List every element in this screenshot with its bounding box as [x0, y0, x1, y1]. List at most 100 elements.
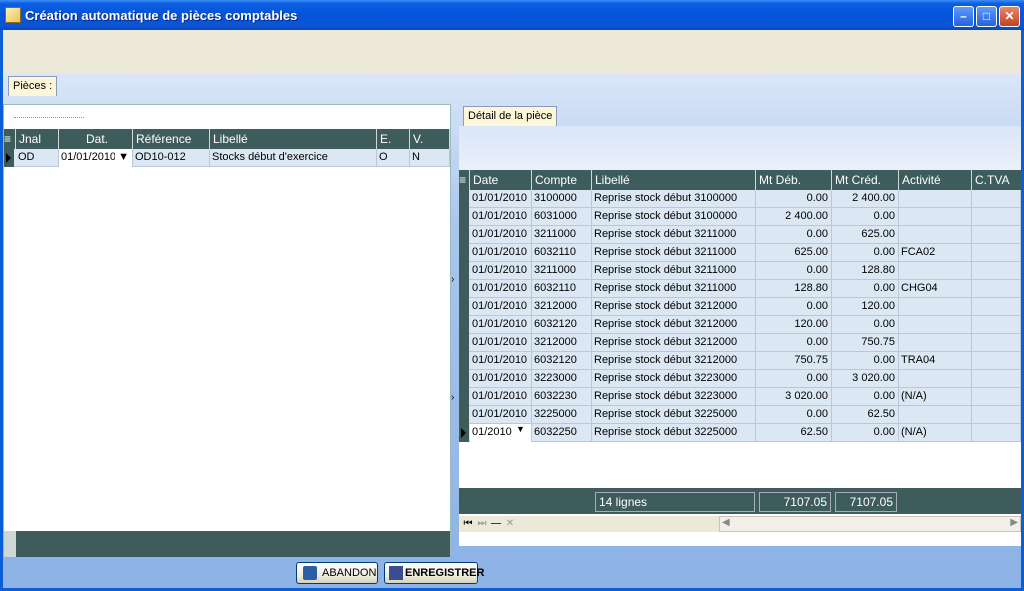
cell-act[interactable]: (N/A): [899, 388, 972, 406]
cell-cred[interactable]: 128.80: [832, 262, 899, 280]
cell-act[interactable]: CHG04: [899, 280, 972, 298]
cell-compte[interactable]: 6032230: [532, 388, 592, 406]
row-selector[interactable]: [459, 226, 469, 244]
cell-ctva[interactable]: [972, 244, 1021, 262]
cell-libelle[interactable]: Reprise stock début 3211000: [592, 244, 756, 262]
row-selector[interactable]: [459, 190, 469, 208]
cell-compte[interactable]: 3100000: [532, 190, 592, 208]
cell-ctva[interactable]: [972, 298, 1021, 316]
cell-cred[interactable]: 3 020.00: [832, 370, 899, 388]
table-row[interactable]: 01/01/2010 3223000 Reprise stock début 322…: [459, 370, 1021, 388]
cell-libelle[interactable]: Reprise stock début 3211000: [592, 280, 756, 298]
cell-libelle[interactable]: Reprise stock début 3211000: [592, 226, 756, 244]
minimize-button[interactable]: –: [953, 6, 974, 27]
chevron-right-icon[interactable]: ›: [451, 274, 454, 285]
tab-detail[interactable]: Détail de la pièce: [463, 106, 558, 126]
cell-cred[interactable]: 625.00: [832, 226, 899, 244]
cell-cred[interactable]: 0.00: [832, 424, 899, 442]
cell-date[interactable]: 01/01/2010: [470, 334, 532, 352]
cell-libelle[interactable]: Reprise stock début 3212000: [592, 298, 756, 316]
col-date[interactable]: Date: [470, 170, 532, 190]
row-selector[interactable]: [459, 406, 469, 424]
save-button[interactable]: ENREGISTRER: [384, 562, 484, 584]
cell-deb[interactable]: 62.50: [756, 424, 832, 442]
cell-cred[interactable]: 120.00: [832, 298, 899, 316]
table-row[interactable]: 01/01/2010 3212000 Reprise stock début 321…: [459, 298, 1021, 316]
cell-compte[interactable]: 3212000: [532, 334, 592, 352]
cell-ctva[interactable]: [972, 388, 1021, 406]
cell-date[interactable]: 01/01/2010 ▼: [59, 149, 133, 167]
cell-date[interactable]: 01/01/2010: [470, 352, 532, 370]
first-record-icon[interactable]: ⏮: [461, 517, 475, 531]
cell-libelle[interactable]: Reprise stock début 3225000: [592, 424, 756, 442]
cell-compte[interactable]: 6032110: [532, 244, 592, 262]
table-row[interactable]: 01/01/2010 3211000 Reprise stock début 321…: [459, 226, 1021, 244]
row-selector[interactable]: [459, 352, 469, 370]
table-row[interactable]: 01/01/2010 3225000 Reprise stock début 322…: [459, 406, 1021, 424]
cell-cred[interactable]: 0.00: [832, 208, 899, 226]
row-selector[interactable]: [459, 388, 469, 406]
cell-deb[interactable]: 3 020.00: [756, 388, 832, 406]
cell-act[interactable]: [899, 334, 972, 352]
cell-act[interactable]: (N/A): [899, 424, 972, 442]
cell-compte[interactable]: 6031000: [532, 208, 592, 226]
col-mt-deb[interactable]: Mt Déb.: [756, 170, 832, 190]
cell-compte[interactable]: 3211000: [532, 226, 592, 244]
cell-deb[interactable]: 625.00: [756, 244, 832, 262]
cell-act[interactable]: [899, 190, 972, 208]
table-row[interactable]: 01/01/2010 6032110 Reprise stock début 321…: [459, 244, 1021, 262]
cell-cred[interactable]: 0.00: [832, 352, 899, 370]
table-row[interactable]: 01/01/2010 6031000 Reprise stock début 310…: [459, 208, 1021, 226]
cell-cred[interactable]: 750.75: [832, 334, 899, 352]
cell-date[interactable]: 01/01/2010: [470, 190, 532, 208]
panel-splitter[interactable]: › ›: [451, 274, 457, 414]
cell-date[interactable]: 01/01/2010: [470, 370, 532, 388]
row-selector[interactable]: [459, 334, 469, 352]
table-row[interactable]: 01/01/2010 6032110 Reprise stock début 321…: [459, 280, 1021, 298]
cell-ctva[interactable]: [972, 424, 1021, 442]
cell-libelle[interactable]: Reprise stock début 3212000: [592, 316, 756, 334]
cell-libelle[interactable]: Reprise stock début 3211000: [592, 262, 756, 280]
table-row[interactable]: 01/01/2010 3212000 Reprise stock début 321…: [459, 334, 1021, 352]
col-date[interactable]: Dat.: [59, 129, 133, 149]
cell-ctva[interactable]: [972, 208, 1021, 226]
cell-ctva[interactable]: [972, 406, 1021, 424]
col-e[interactable]: E.: [377, 129, 410, 149]
cell-act[interactable]: [899, 316, 972, 334]
cell-date[interactable]: 01/01/2010: [470, 388, 532, 406]
cell-libelle[interactable]: Stocks début d'exercice: [210, 149, 377, 167]
cell-act[interactable]: FCA02: [899, 244, 972, 262]
cell-date[interactable]: 01/01/2010: [470, 226, 532, 244]
cell-libelle[interactable]: Reprise stock début 3212000: [592, 334, 756, 352]
row-selector[interactable]: [459, 244, 469, 262]
cell-ctva[interactable]: [972, 262, 1021, 280]
cell-date[interactable]: 01/01/2010: [470, 244, 532, 262]
table-row[interactable]: 01/01/2010 3211000 Reprise stock début 321…: [459, 262, 1021, 280]
table-row[interactable]: 01/01/2010 6032120 Reprise stock début 321…: [459, 352, 1021, 370]
table-row[interactable]: OD 01/01/2010 ▼ OD10-012 Stocks début d'e…: [4, 149, 450, 167]
cell-date[interactable]: 01/01/2010: [470, 208, 532, 226]
col-mt-cred[interactable]: Mt Créd.: [832, 170, 899, 190]
title-bar[interactable]: Création automatique de pièces comptable…: [0, 0, 1024, 30]
cell-ctva[interactable]: [972, 370, 1021, 388]
cell-date[interactable]: 01/01/2010: [470, 298, 532, 316]
cell-compte[interactable]: 6032120: [532, 352, 592, 370]
chevron-right-icon[interactable]: ›: [451, 392, 454, 403]
horizontal-scrollbar[interactable]: ◀ ▶: [719, 516, 1021, 532]
cell-deb[interactable]: 0.00: [756, 370, 832, 388]
cell-date[interactable]: 01/01/2010: [470, 316, 532, 334]
cell-libelle[interactable]: Reprise stock début 3212000: [592, 352, 756, 370]
cell-libelle[interactable]: Reprise stock début 3225000: [592, 406, 756, 424]
cell-deb[interactable]: 120.00: [756, 316, 832, 334]
row-selector[interactable]: [459, 424, 469, 442]
scroll-right-icon[interactable]: ▶: [1010, 517, 1018, 528]
cell-cred[interactable]: 62.50: [832, 406, 899, 424]
cell-act[interactable]: TRA04: [899, 352, 972, 370]
cell-deb[interactable]: 0.00: [756, 298, 832, 316]
col-v[interactable]: V.: [410, 129, 450, 149]
cell-compte[interactable]: 6032110: [532, 280, 592, 298]
row-selector[interactable]: [459, 370, 469, 388]
chevron-down-icon[interactable]: ▼: [516, 424, 525, 434]
col-compte[interactable]: Compte: [532, 170, 592, 190]
cell-date[interactable]: 01/01/2010: [470, 280, 532, 298]
